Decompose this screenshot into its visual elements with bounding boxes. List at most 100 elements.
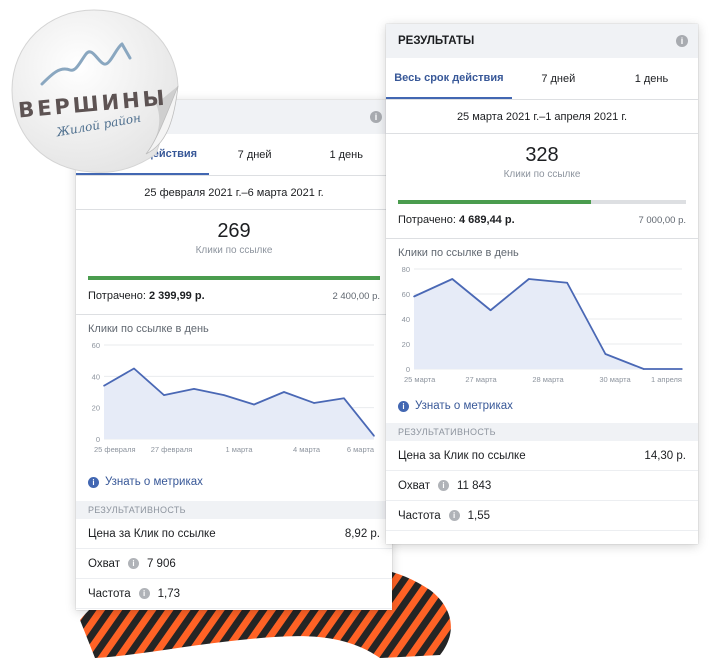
learn-metrics-link[interactable]: i Узнать о метриках bbox=[76, 469, 392, 495]
section-header: РЕЗУЛЬТАТИВНОСТЬ bbox=[386, 423, 698, 441]
clicks-per-day-chart: 0 20 40 60 80 25 марта 27 марта 28 марта 30 март… bbox=[402, 265, 683, 384]
data-point bbox=[373, 435, 375, 437]
y-tick-label: 80 bbox=[402, 265, 410, 274]
x-tick-label: 1 марта bbox=[225, 445, 253, 454]
budget-value: 7 000,00 р. bbox=[638, 214, 686, 226]
kpi-value: 328 bbox=[525, 144, 559, 166]
data-point bbox=[413, 295, 415, 298]
panel-title: РЕЗУЛЬТАТЫ bbox=[398, 35, 475, 47]
section-header: РЕЗУЛЬТАТИВНОСТЬ bbox=[76, 501, 392, 519]
date-range: 25 февраля 2021 г.–6 марта 2021 г. bbox=[76, 176, 392, 210]
spent-label: Потрачено: bbox=[398, 214, 456, 226]
data-point bbox=[566, 281, 568, 284]
spent-row: Потрачено: 4 689,44 р. 7 000,00 р. bbox=[386, 204, 698, 230]
ad-results-panel-right: РЕЗУЛЬТАТЫ i Весь срок действия 7 дней 1… bbox=[386, 24, 698, 544]
kpi-label: Клики по ссылке bbox=[503, 169, 581, 180]
chart-title: Клики по ссылке в день bbox=[398, 247, 519, 259]
x-tick-label: 27 марта bbox=[465, 375, 497, 384]
info-icon[interactable]: i bbox=[676, 35, 688, 47]
chart-title: Клики по ссылке в день bbox=[88, 323, 209, 335]
y-tick-label: 20 bbox=[92, 404, 100, 413]
budget-value: 2 400,00 р. bbox=[332, 290, 380, 302]
spent-row: Потрачено: 2 399,99 р. 2 400,00 р. bbox=[76, 280, 392, 306]
metric-value: 7 906 bbox=[146, 557, 176, 570]
x-tick-label: 25 марта bbox=[404, 375, 436, 384]
data-point bbox=[163, 394, 165, 396]
ad-results-panel-left: i Весь срок действия 7 дней 1 день 25 фе… bbox=[76, 100, 392, 610]
info-icon: i bbox=[398, 400, 409, 412]
data-point bbox=[283, 391, 285, 393]
tab-7-days[interactable]: 7 дней bbox=[209, 134, 301, 175]
metric-value: 14,30 р. bbox=[644, 449, 686, 462]
metric-label: Частота bbox=[88, 587, 131, 600]
metric-value: 8,92 р. bbox=[344, 527, 380, 540]
period-tabs: Весь срок действия 7 дней 1 день bbox=[386, 58, 698, 100]
info-icon: i bbox=[88, 476, 99, 488]
x-tick-label: 1 апреля bbox=[651, 375, 682, 384]
data-point bbox=[604, 353, 607, 355]
info-icon[interactable]: i bbox=[448, 510, 460, 521]
spent-value: 2 399,99 р. bbox=[148, 290, 205, 302]
clicks-chart-block: Клики по ссылке в день 0 20 40 60 25 февраля… bbox=[76, 314, 392, 455]
metric-label: Частота bbox=[398, 509, 441, 522]
data-point bbox=[642, 368, 645, 370]
info-icon[interactable]: i bbox=[437, 480, 449, 491]
metric-row-frequency: Частота i 1,73 bbox=[76, 579, 392, 609]
spent-value: 4 689,44 р. bbox=[458, 214, 515, 226]
learn-metrics-link[interactable]: i Узнать о метриках bbox=[386, 393, 698, 419]
metric-value: 11 843 bbox=[456, 479, 492, 492]
x-tick-label: 25 февраля bbox=[94, 445, 136, 454]
data-point bbox=[489, 309, 492, 312]
promo-image: i Весь срок действия 7 дней 1 день 25 фе… bbox=[0, 0, 720, 660]
metric-row-cpc: Цена за Клик по ссылке 14,30 р. bbox=[386, 441, 698, 471]
date-range: 25 марта 2021 г.–1 апреля 2021 г. bbox=[386, 100, 698, 134]
metric-label: Охват bbox=[88, 557, 120, 570]
data-point bbox=[223, 394, 225, 396]
data-point bbox=[253, 403, 255, 406]
metric-row-reach: Охват i 11 843 bbox=[386, 471, 698, 501]
y-tick-label: 40 bbox=[92, 372, 100, 381]
metric-row-cpc: Цена за Клик по ссылке 8,92 р. bbox=[76, 519, 392, 549]
tab-lifetime[interactable]: Весь срок действия bbox=[386, 58, 512, 99]
metric-row-reach: Охват i 7 906 bbox=[76, 549, 392, 579]
y-tick-label: 0 bbox=[406, 365, 410, 374]
tab-7-days[interactable]: 7 дней bbox=[512, 58, 605, 99]
panel-header: РЕЗУЛЬТАТЫ i bbox=[386, 24, 698, 58]
y-tick-label: 60 bbox=[92, 341, 100, 350]
metric-value: 1,55 bbox=[467, 509, 491, 522]
x-tick-label: 28 марта bbox=[532, 375, 564, 384]
data-point bbox=[313, 402, 315, 404]
series-area bbox=[104, 368, 374, 439]
metric-label: Цена за Клик по ссылке bbox=[398, 449, 526, 462]
info-icon[interactable]: i bbox=[370, 111, 382, 123]
metric-value: 1,73 bbox=[157, 587, 181, 600]
x-tick-label: 4 марта bbox=[293, 445, 321, 454]
x-tick-label: 6 марта bbox=[347, 445, 375, 454]
kpi-block: 328 Клики по ссылке bbox=[386, 134, 698, 192]
tab-1-day[interactable]: 1 день bbox=[300, 134, 392, 175]
series-area bbox=[414, 279, 682, 369]
x-tick-label: 27 февраля bbox=[151, 445, 193, 454]
data-point bbox=[451, 278, 454, 280]
y-tick-label: 60 bbox=[402, 290, 410, 299]
data-point bbox=[103, 384, 105, 387]
learn-metrics-label: Узнать о метриках bbox=[415, 400, 513, 412]
kpi-block: 269 Клики по ссылке bbox=[76, 210, 392, 268]
metric-label: Цена за Клик по ссылке bbox=[88, 527, 216, 540]
spent-label: Потрачено: bbox=[88, 290, 146, 302]
y-tick-label: 40 bbox=[402, 315, 410, 324]
tab-1-day[interactable]: 1 день bbox=[605, 58, 698, 99]
clicks-chart-block: Клики по ссылке в день 0 20 40 60 80 25 марта… bbox=[386, 238, 698, 385]
info-icon[interactable]: i bbox=[138, 588, 150, 599]
kpi-value: 269 bbox=[217, 220, 251, 242]
data-point bbox=[681, 368, 683, 370]
data-point bbox=[343, 397, 345, 400]
clicks-per-day-chart: 0 20 40 60 25 февраля 27 февраля 1 марта 4 март… bbox=[92, 341, 375, 454]
metric-label: Охват bbox=[398, 479, 430, 492]
y-tick-label: 20 bbox=[402, 340, 410, 349]
y-tick-label: 0 bbox=[96, 435, 100, 444]
info-icon[interactable]: i bbox=[127, 558, 139, 569]
data-point bbox=[528, 278, 530, 280]
x-tick-label: 30 марта bbox=[599, 375, 631, 384]
data-point bbox=[193, 388, 195, 390]
